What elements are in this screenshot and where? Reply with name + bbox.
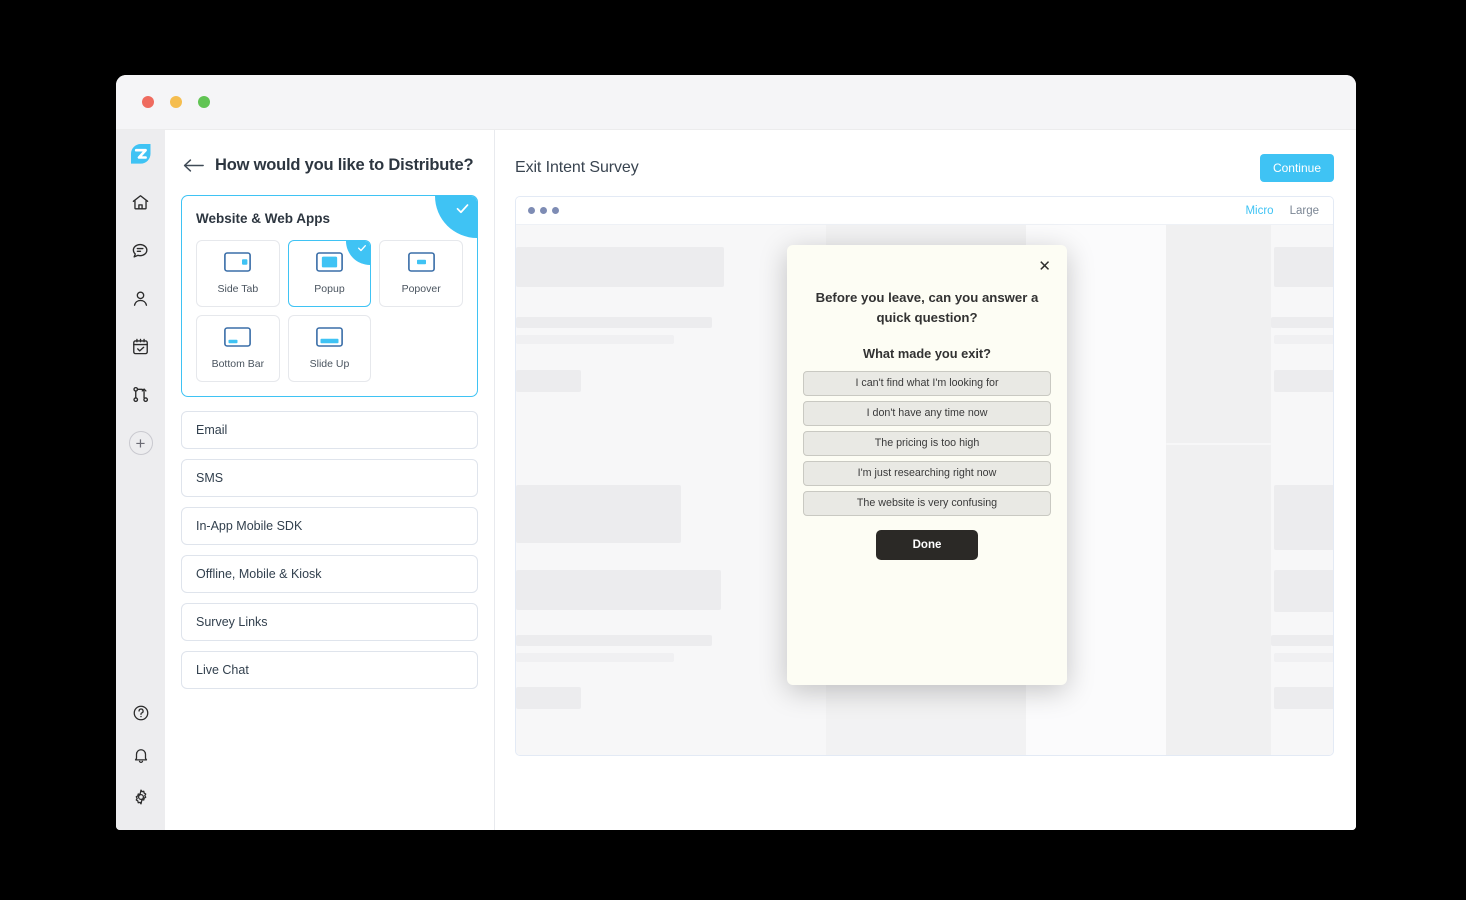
channel-row-label: Email [196,423,227,437]
home-icon[interactable] [128,189,154,215]
popup-icon [316,252,343,277]
preview-dot [552,207,559,214]
side-tab-icon [224,252,251,277]
chat-bubble-icon[interactable] [128,237,154,263]
preview-panel: Exit Intent Survey Continue Micro Large [495,130,1356,830]
popup-intro-text: Before you leave, can you answer a quick… [803,288,1051,328]
minimize-window-button[interactable] [170,96,182,108]
preview-dot [540,207,547,214]
help-circle-icon[interactable] [128,700,154,726]
popover-icon [408,252,435,277]
icon-rail: + [116,130,165,830]
size-option-large[interactable]: Large [1290,205,1319,217]
channel-row-survey-links[interactable]: Survey Links [181,603,478,641]
popup-question-text: What made you exit? [803,346,1051,361]
panel-header: How would you like to Distribute? [181,156,478,175]
channel-row-in-app-sdk[interactable]: In-App Mobile SDK [181,507,478,545]
distribution-type-grid: Side Tab Popup [196,240,463,382]
calendar-check-icon[interactable] [128,333,154,359]
rail-bottom-group [128,700,154,830]
type-tile-side-tab[interactable]: Side Tab [196,240,280,307]
channel-card-label: Website & Web Apps [196,211,463,226]
channel-row-label: Offline, Mobile & Kiosk [196,567,322,581]
channel-row-sms[interactable]: SMS [181,459,478,497]
popup-option[interactable]: I can't find what I'm looking for [803,371,1051,396]
skeleton-column [1271,225,1333,755]
popup-done-button[interactable]: Done [876,530,979,560]
workflow-icon[interactable] [128,381,154,407]
type-tile-label: Popover [402,283,441,295]
window-titlebar [116,75,1356,130]
channel-row-email[interactable]: Email [181,411,478,449]
channel-row-live-chat[interactable]: Live Chat [181,651,478,689]
distribute-panel: How would you like to Distribute? Websit… [165,130,495,830]
popup-options-list: I can't find what I'm looking for I don'… [803,371,1051,516]
type-tile-label: Popup [314,283,344,295]
bell-icon[interactable] [128,742,154,768]
type-tile-label: Side Tab [217,283,258,295]
page-title: How would you like to Distribute? [215,156,473,175]
traffic-lights [142,96,210,108]
app-body: + [116,130,1356,830]
preview-dot [528,207,535,214]
channel-row-label: Live Chat [196,663,249,677]
popup-option[interactable]: The website is very confusing [803,491,1051,516]
survey-title: Exit Intent Survey [515,159,639,177]
type-tile-label: Bottom Bar [212,358,265,370]
maximize-window-button[interactable] [198,96,210,108]
popup-option[interactable]: I don't have any time now [803,401,1051,426]
slide-up-icon [316,327,343,352]
channel-row-label: In-App Mobile SDK [196,519,302,533]
preview-size-toggle: Micro Large [1245,205,1319,217]
type-tile-popup[interactable]: Popup [288,240,372,307]
arrow-left-icon[interactable] [183,158,204,173]
skeleton-column [516,225,826,755]
type-tile-popover[interactable]: Popover [379,240,463,307]
type-tile-slide-up[interactable]: Slide Up [288,315,372,382]
type-grid-empty-slot [379,315,463,382]
add-button[interactable]: + [129,431,153,455]
preview-toolbar: Micro Large [516,197,1333,225]
size-option-micro[interactable]: Micro [1245,205,1273,217]
user-icon[interactable] [128,285,154,311]
channel-selected-check-icon [435,196,477,238]
continue-button[interactable]: Continue [1260,154,1334,182]
channel-row-offline-kiosk[interactable]: Offline, Mobile & Kiosk [181,555,478,593]
preview-header: Exit Intent Survey Continue [515,154,1334,182]
channel-row-label: Survey Links [196,615,268,629]
popup-option[interactable]: The pricing is too high [803,431,1051,456]
type-selected-check-icon [346,241,370,265]
popup-option[interactable]: I'm just researching right now [803,461,1051,486]
app-window: + [116,75,1356,830]
zoho-survey-logo[interactable] [128,141,154,167]
popup-done-wrap: Done [803,530,1051,560]
bottom-bar-icon [224,327,251,352]
close-icon[interactable]: ✕ [1038,259,1051,274]
type-tile-label: Slide Up [310,358,350,370]
close-window-button[interactable] [142,96,154,108]
gear-icon[interactable] [128,784,154,810]
preview-frame: Micro Large [515,196,1334,756]
channel-row-label: SMS [196,471,223,485]
channel-card-website-web-apps[interactable]: Website & Web Apps Side Tab [181,195,478,397]
skeleton-column [1166,225,1271,755]
survey-popup: ✕ Before you leave, can you answer a qui… [787,245,1067,685]
preview-window-dots [528,207,559,214]
type-tile-bottom-bar[interactable]: Bottom Bar [196,315,280,382]
